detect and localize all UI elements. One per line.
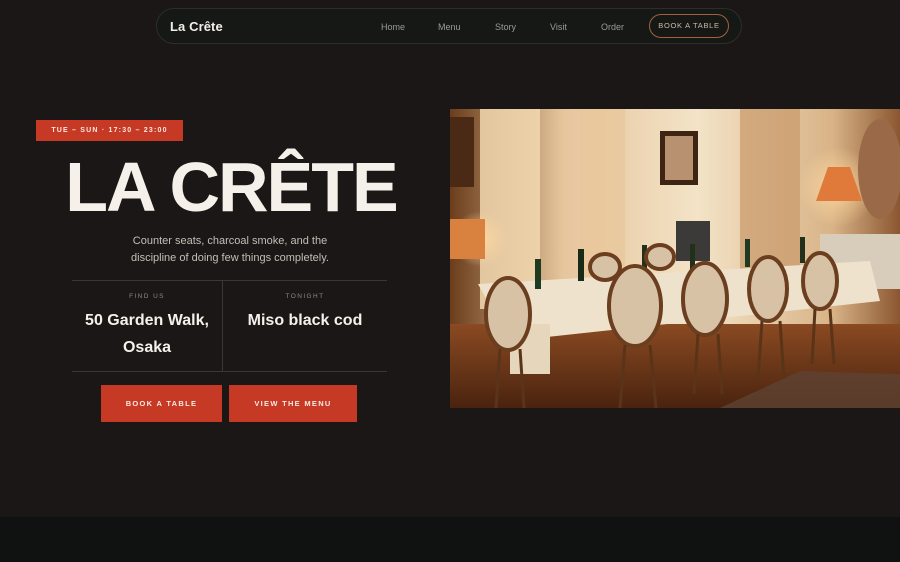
dining-room-photo (450, 109, 900, 408)
tonight-dish-line: Miso black cod (247, 312, 363, 329)
find-us-label: FIND US (129, 293, 165, 300)
book-table-button[interactable]: BOOK A TABLE (101, 385, 222, 422)
nav-book-table-button[interactable]: BOOK A TABLE (649, 14, 729, 38)
hero-title: LA CRÊTE (65, 148, 398, 226)
opening-hours-badge: TUE – SUN · 17:30 – 23:00 (36, 120, 183, 141)
footer-band (0, 517, 900, 562)
nav-link-order[interactable]: Order (601, 9, 624, 45)
address-line: 50 Garden Walk, (85, 312, 209, 329)
hero-subtitle-line: Counter seats, charcoal smoke, and the (132, 235, 328, 247)
nav-link-story[interactable]: Story (495, 9, 516, 45)
tonight-label: TONIGHT (285, 293, 325, 300)
address-value: 50 Garden Walk, Osaka (72, 307, 222, 361)
address-line: Osaka (122, 339, 172, 356)
brand-logo[interactable]: La Crête (170, 9, 223, 45)
hero-subtitle-line: discipline of doing few things completel… (131, 252, 329, 264)
hero-subtitle: Counter seats, charcoal smoke, and the d… (100, 233, 360, 267)
top-nav: La Crête Home Menu Story Visit Order BOO… (156, 8, 742, 44)
facts-panel: FIND US 50 Garden Walk, Osaka TONIGHT Mi… (72, 280, 387, 372)
tonight-dish-value: Miso black cod (223, 307, 387, 334)
nav-link-visit[interactable]: Visit (550, 9, 567, 45)
nav-link-menu[interactable]: Menu (438, 9, 461, 45)
nav-link-home[interactable]: Home (381, 9, 405, 45)
view-menu-button[interactable]: VIEW THE MENU (229, 385, 357, 422)
